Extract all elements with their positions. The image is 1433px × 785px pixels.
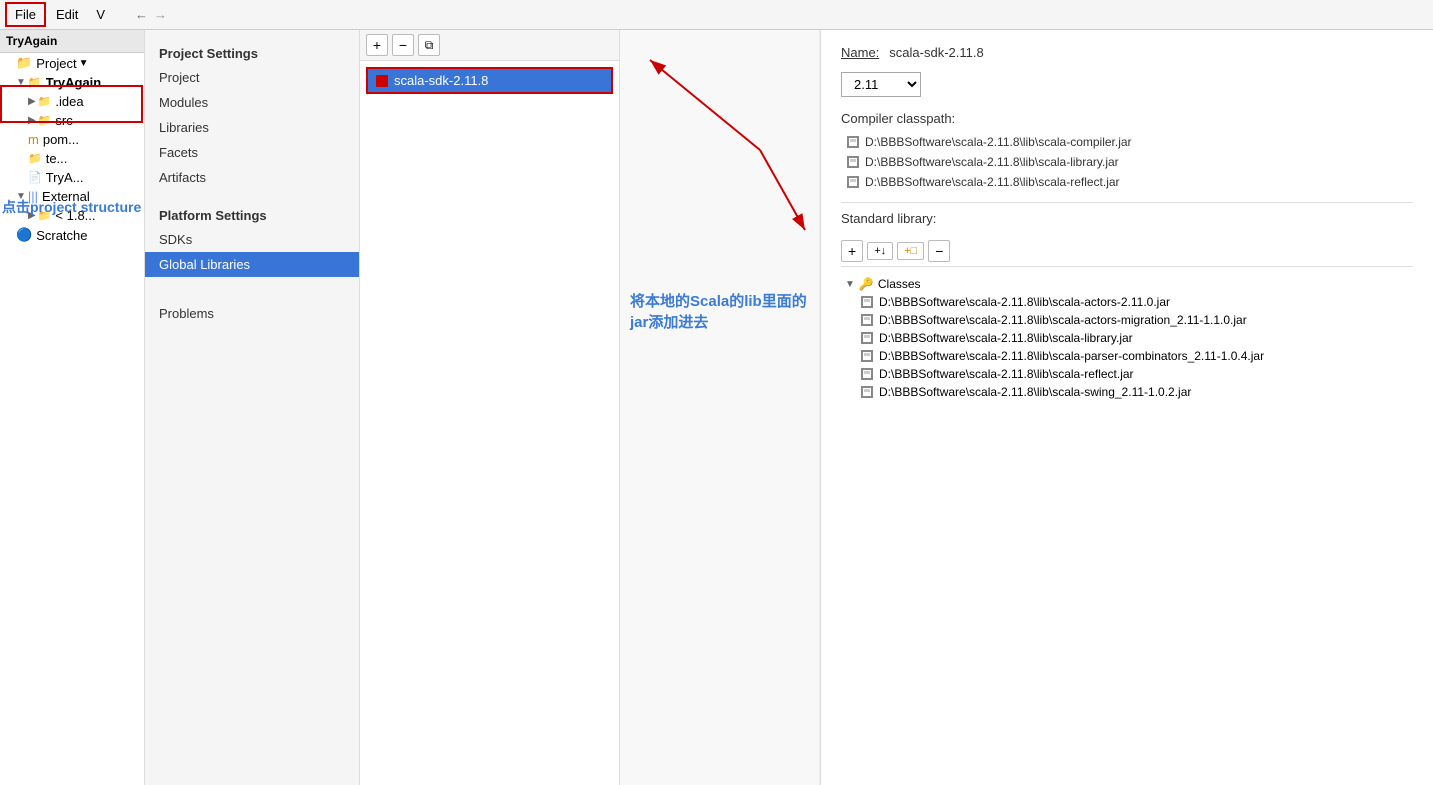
name-label: Name:: [841, 45, 879, 60]
settings-facets[interactable]: Facets: [145, 140, 359, 165]
arrow-area: 将本地的Scala的lib里面的jar添加进去: [620, 30, 820, 785]
tree-item-project[interactable]: 📁 Project ▼: [0, 53, 144, 73]
settings-artifacts[interactable]: Artifacts: [145, 165, 359, 190]
add-jar-annotation: 将本地的Scala的lib里面的jar添加进去: [630, 290, 810, 332]
classes-jar-0: [861, 296, 873, 308]
jar-icon-2: [847, 176, 859, 188]
classpath-item-1: D:\BBBSoftware\scala-2.11.8\lib\scala-li…: [841, 152, 1413, 172]
remove-sdk-btn[interactable]: −: [392, 34, 414, 56]
folder-icon-te: 📁: [28, 152, 42, 165]
expand-icon-src: ▶: [28, 115, 36, 126]
classpath-item-0: D:\BBBSoftware\scala-2.11.8\lib\scala-co…: [841, 132, 1413, 152]
project-settings-title: Project Settings: [145, 40, 359, 65]
m-icon: m: [28, 132, 39, 147]
std-remove-btn[interactable]: −: [928, 240, 950, 262]
version-row: 2.11: [841, 72, 1413, 97]
settings-project[interactable]: Project: [145, 65, 359, 90]
nav-back-icon[interactable]: ←: [135, 7, 148, 22]
std-toolbar: + +↓ +□ −: [841, 236, 1413, 267]
classes-jar-2: [861, 332, 873, 344]
sdk-toolbar: + − ⧉: [360, 30, 619, 61]
version-select[interactable]: 2.11: [841, 72, 921, 97]
sdk-icon: [376, 75, 388, 87]
settings-libraries[interactable]: Libraries: [145, 115, 359, 140]
classpath-item-2: D:\BBBSoftware\scala-2.11.8\lib\scala-re…: [841, 172, 1413, 192]
classes-item-2: D:\BBBSoftware\scala-2.11.8\lib\scala-li…: [841, 329, 1413, 347]
dropdown-icon: ▼: [79, 58, 89, 69]
std-add-nested-btn[interactable]: +↓: [867, 242, 893, 260]
tree-item-scratch[interactable]: 🔵 Scratche: [0, 225, 144, 245]
external-icon: |||: [28, 189, 38, 204]
classes-item-5: D:\BBBSoftware\scala-2.11.8\lib\scala-sw…: [841, 383, 1413, 401]
settings-sdks[interactable]: SDKs: [145, 227, 359, 252]
compiler-classpath-label: Compiler classpath:: [841, 111, 1413, 126]
settings-panel: Project Settings Project Modules Librari…: [145, 30, 360, 785]
nav-forward-icon[interactable]: →: [154, 7, 167, 22]
expand-icon: ▼: [16, 77, 26, 88]
add-sdk-btn[interactable]: +: [366, 34, 388, 56]
menu-edit[interactable]: Edit: [48, 4, 86, 25]
expand-icon-jdk: ▶: [28, 210, 36, 221]
sdk-item-label: scala-sdk-2.11.8: [394, 73, 488, 88]
tree-item-external[interactable]: ▼ ||| External: [0, 187, 144, 206]
jar-icon-1: [847, 156, 859, 168]
classes-tree-icon: 🔑: [859, 277, 874, 291]
classes-item-1: D:\BBBSoftware\scala-2.11.8\lib\scala-ac…: [841, 311, 1413, 329]
classes-item-4: D:\BBBSoftware\scala-2.11.8\lib\scala-re…: [841, 365, 1413, 383]
tree-item-m[interactable]: m pom...: [0, 130, 144, 149]
sdk-item-scala[interactable]: scala-sdk-2.11.8: [366, 67, 613, 94]
classes-jar-3: [861, 350, 873, 362]
detail-panel: Name: scala-sdk-2.11.8 2.11 Compiler cla…: [820, 30, 1433, 785]
module-icon-tryagain: 📄: [28, 171, 42, 184]
folder-icon-jdk: 📁: [38, 209, 52, 222]
tree-item-te[interactable]: 📁 te...: [0, 149, 144, 168]
tree-item-tryagain2[interactable]: 📄 TryA...: [0, 168, 144, 187]
expand-icon-idea: ▶: [28, 96, 36, 107]
folder-icon-idea: 📁: [38, 95, 52, 108]
classes-tree: ▼ 🔑 Classes D:\BBBSoftware\scala-2.11.8\…: [841, 275, 1413, 401]
menu-bar: File Edit V ← →: [0, 0, 1433, 30]
settings-problems[interactable]: Problems: [145, 301, 359, 326]
menu-file[interactable]: File: [5, 2, 46, 27]
classes-item-3: D:\BBBSoftware\scala-2.11.8\lib\scala-pa…: [841, 347, 1413, 365]
classes-jar-4: [861, 368, 873, 380]
tree-item-src[interactable]: ▶ 📁 src: [0, 111, 144, 130]
folder-icon-2: 📁: [28, 76, 42, 89]
tree-item-jdk[interactable]: ▶ 📁 < 1.8...: [0, 206, 144, 225]
platform-settings-title: Platform Settings: [145, 202, 359, 227]
classes-header-row: ▼ 🔑 Classes: [841, 275, 1413, 293]
std-lib-label: Standard library:: [841, 202, 1413, 230]
arrow-svg: [620, 30, 820, 430]
classes-jar-5: [861, 386, 873, 398]
folder-icon-src: 📁: [38, 114, 52, 127]
sdk-list-panel: + − ⧉ scala-sdk-2.11.8: [360, 30, 620, 785]
tree-item-idea[interactable]: ▶ 📁 .idea: [0, 92, 144, 111]
menu-view[interactable]: V: [88, 4, 113, 25]
jar-icon-0: [847, 136, 859, 148]
expand-icon-ext: ▼: [16, 191, 26, 202]
classes-label: Classes: [878, 277, 921, 291]
folder-icon: 📁: [16, 55, 32, 71]
settings-modules[interactable]: Modules: [145, 90, 359, 115]
settings-global-libraries[interactable]: Global Libraries: [145, 252, 359, 277]
classes-item-0: D:\BBBSoftware\scala-2.11.8\lib\scala-ac…: [841, 293, 1413, 311]
classes-jar-1: [861, 314, 873, 326]
classes-expand-icon: ▼: [845, 279, 855, 290]
name-value: scala-sdk-2.11.8: [889, 45, 983, 60]
name-row: Name: scala-sdk-2.11.8: [841, 45, 1413, 60]
copy-sdk-btn[interactable]: ⧉: [418, 34, 440, 56]
tree-item-tryagain[interactable]: ▼ 📁 TryAgain: [0, 73, 144, 92]
std-add-btn[interactable]: +: [841, 240, 863, 262]
std-add-alt-btn[interactable]: +□: [897, 242, 924, 260]
scratch-icon: 🔵: [16, 227, 32, 243]
project-tree-header: TryAgain: [0, 30, 144, 53]
